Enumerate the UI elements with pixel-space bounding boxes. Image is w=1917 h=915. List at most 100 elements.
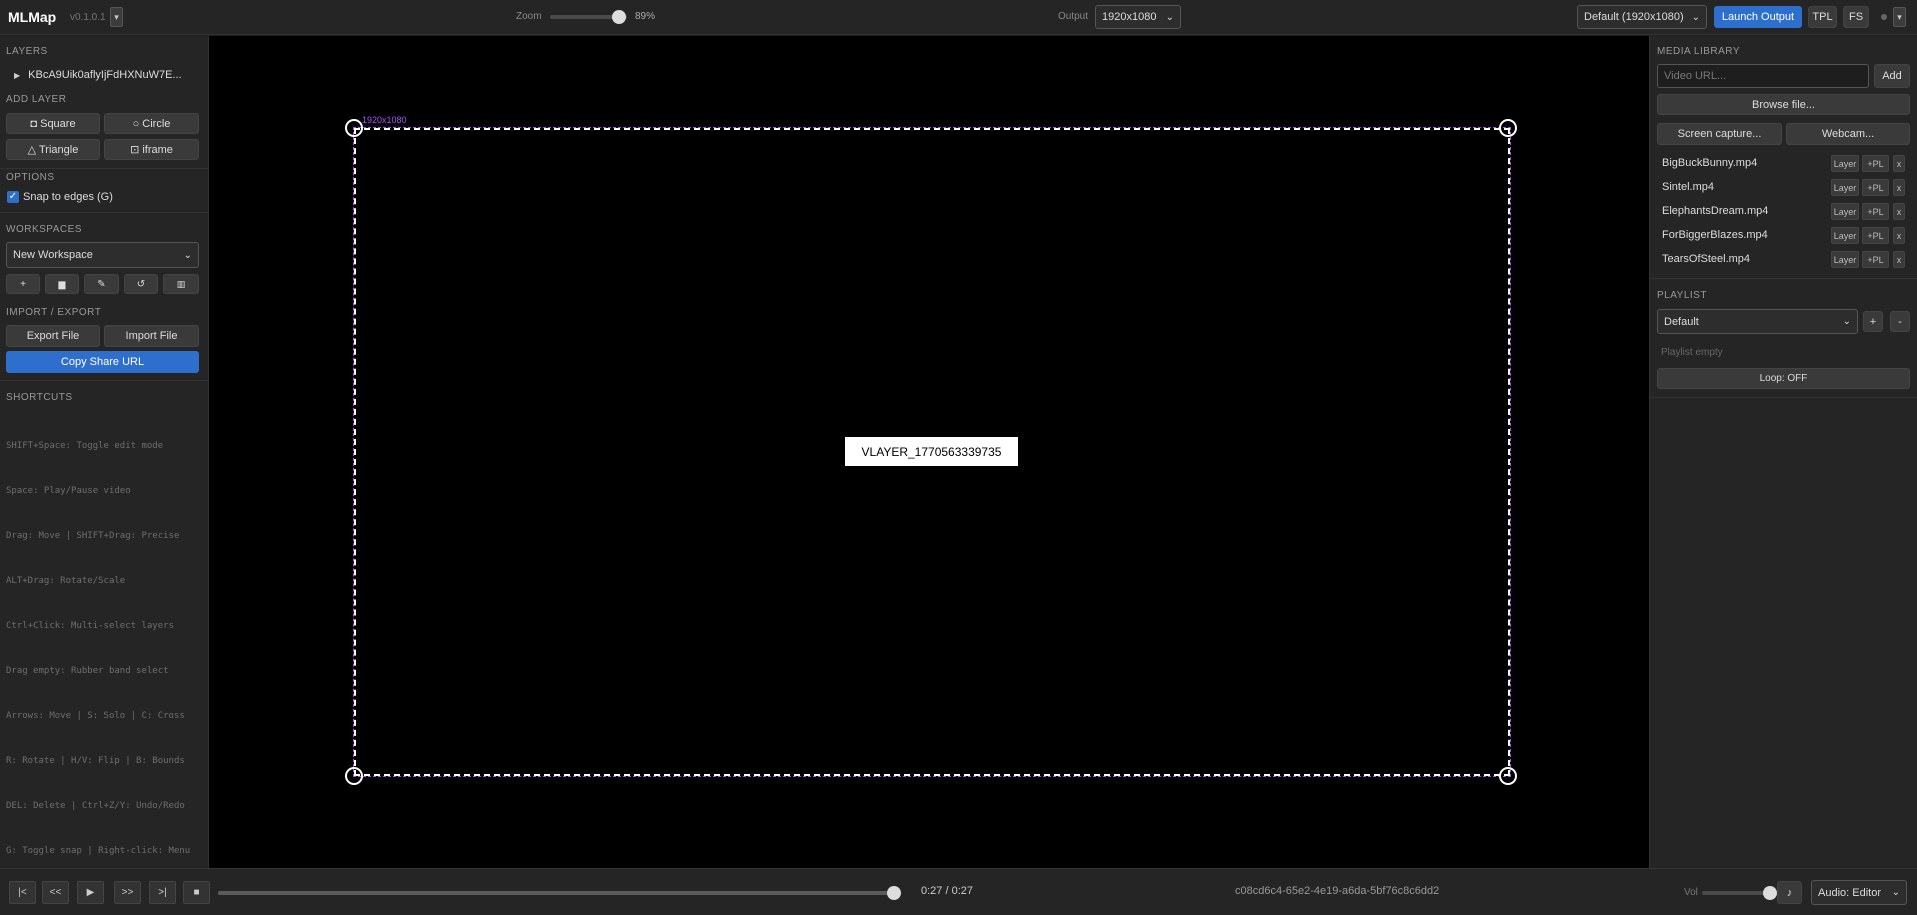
workspace-add-button[interactable]: + (6, 274, 40, 294)
loop-toggle-button[interactable]: Loop: OFF (1657, 368, 1910, 389)
chevron-down-icon: ⌄ (1165, 11, 1174, 23)
stop-button[interactable]: ■ (183, 881, 210, 904)
zoom-slider-handle[interactable] (611, 10, 626, 24)
skip-first-button[interactable]: |< (9, 881, 36, 904)
chevron-down-icon: ⌄ (1891, 887, 1900, 898)
media-list-item[interactable]: TearsOfSteel.mp4 Layer +PL x (1662, 250, 1909, 270)
import-file-button[interactable]: Import File (104, 325, 199, 347)
app-root: MLMap v0.1.0.1 ▾ Zoom 89% Output 1920x10… (0, 0, 1917, 915)
layer-name: KBcA9Uik0aflyIjFdHXNuW7E... (28, 69, 182, 81)
layer-list-item[interactable]: ▶ KBcA9Uik0aflyIjFdHXNuW7E... (14, 69, 182, 81)
volume-slider[interactable] (1702, 886, 1777, 900)
timeline-handle[interactable] (887, 886, 901, 900)
output-resolution-value: 1920x1080 (1102, 11, 1157, 23)
app-menu-button[interactable]: ▾ (110, 7, 123, 27)
shortcut-line: ALT+Drag: Rotate/Scale (6, 576, 126, 586)
corner-handle-bottom-right[interactable] (1499, 767, 1517, 785)
skip-last-button[interactable]: >| (149, 881, 176, 904)
add-layer-section-title: ADD LAYER (6, 94, 67, 105)
media-list-item[interactable]: BigBuckBunny.mp4 Layer +PL x (1662, 154, 1909, 174)
export-file-button[interactable]: Export File (6, 325, 100, 347)
volume-handle[interactable] (1763, 886, 1777, 900)
options-section-title: OPTIONS (6, 172, 55, 183)
zoom-value: 89% (635, 11, 656, 22)
media-file-name: ElephantsDream.mp4 (1662, 205, 1769, 217)
add-circle-button[interactable]: ○ Circle (104, 113, 199, 134)
playlist-remove-button[interactable]: - (1890, 311, 1910, 332)
playlist-empty-text: Playlist empty (1661, 347, 1723, 358)
media-remove-button[interactable]: x (1893, 203, 1905, 220)
chevron-down-icon: ⌄ (1842, 316, 1851, 327)
preset-value: Default (1920x1080) (1584, 11, 1684, 23)
media-layer-button[interactable]: Layer (1831, 203, 1859, 220)
play-button[interactable]: ▶ (77, 881, 104, 904)
workspace-rename-icon[interactable]: ✎ (84, 274, 119, 294)
launch-output-button[interactable]: Launch Output (1714, 6, 1802, 28)
rewind-button[interactable]: << (42, 881, 69, 904)
media-remove-button[interactable]: x (1893, 227, 1905, 244)
media-layer-button[interactable]: Layer (1831, 251, 1859, 268)
chevron-down-icon: ⌄ (183, 249, 192, 261)
screen-capture-button[interactable]: Screen capture... (1657, 123, 1782, 145)
workspace-delete-icon[interactable]: ▥ (163, 274, 199, 294)
timeline-slider[interactable] (218, 886, 901, 900)
import-export-section-title: IMPORT / EXPORT (6, 307, 102, 318)
video-layer[interactable]: VLAYER_1770563339735 (845, 437, 1018, 466)
add-triangle-button[interactable]: △ Triangle (6, 139, 100, 160)
media-remove-button[interactable]: x (1893, 155, 1905, 172)
add-square-button[interactable]: ◘ Square (6, 113, 100, 134)
preset-select[interactable]: Default (1920x1080) ⌄ (1577, 5, 1707, 29)
add-iframe-button[interactable]: ⊡ iframe (104, 139, 199, 160)
media-layer-button[interactable]: Layer (1831, 179, 1859, 196)
expand-triangle-icon[interactable]: ▶ (14, 71, 20, 80)
chevron-down-icon: ⌄ (1691, 11, 1700, 23)
layers-section-title: LAYERS (6, 46, 48, 57)
corner-handle-bottom-left[interactable] (345, 767, 363, 785)
browse-file-button[interactable]: Browse file... (1657, 94, 1910, 115)
corner-handle-top-right[interactable] (1499, 119, 1517, 137)
snap-checkbox[interactable]: ✓ (7, 191, 19, 203)
media-add-playlist-button[interactable]: +PL (1862, 227, 1889, 244)
media-list-item[interactable]: ForBiggerBlazes.mp4 Layer +PL x (1662, 226, 1909, 246)
playlist-value: Default (1664, 315, 1699, 328)
audio-mode-value: Audio: Editor (1818, 886, 1881, 899)
media-add-playlist-button[interactable]: +PL (1862, 155, 1889, 172)
audio-mode-select[interactable]: Audio: Editor ⌄ (1811, 880, 1907, 905)
webcam-button[interactable]: Webcam... (1786, 123, 1910, 145)
media-file-name: BigBuckBunny.mp4 (1662, 157, 1758, 169)
media-file-name: ForBiggerBlazes.mp4 (1662, 229, 1768, 241)
shortcut-line: R: Rotate | H/V: Flip | B: Bounds (6, 756, 185, 766)
output-resolution-select[interactable]: 1920x1080 ⌄ (1095, 5, 1181, 29)
video-url-input[interactable]: Video URL... (1657, 64, 1869, 88)
transport-bar: |< << ▶ >> >| ■ 0:27 / 0:27 c08cd6c4-65e… (0, 868, 1917, 915)
shortcuts-list: SHIFT+Space: Toggle edit mode Space: Pla… (6, 409, 190, 889)
more-menu-button[interactable]: ▾ (1893, 7, 1906, 27)
shortcut-line: Space: Play/Pause video (6, 486, 131, 496)
workspace-select[interactable]: New Workspace ⌄ (6, 242, 199, 268)
snap-label: Snap to edges (G) (23, 191, 113, 203)
media-remove-button[interactable]: x (1893, 179, 1905, 196)
audio-note-icon[interactable]: ♪ (1777, 881, 1802, 904)
playlist-add-button[interactable]: + (1863, 311, 1883, 332)
volume-label: Vol (1684, 887, 1698, 898)
media-list-item[interactable]: Sintel.mp4 Layer +PL x (1662, 178, 1909, 198)
media-add-playlist-button[interactable]: +PL (1862, 251, 1889, 268)
media-remove-button[interactable]: x (1893, 251, 1905, 268)
add-url-button[interactable]: Add (1874, 64, 1910, 88)
fullscreen-button[interactable]: FS (1843, 6, 1869, 28)
section-divider (0, 212, 209, 213)
media-layer-button[interactable]: Layer (1831, 155, 1859, 172)
copy-share-url-button[interactable]: Copy Share URL (6, 351, 199, 373)
fast-forward-button[interactable]: >> (114, 881, 141, 904)
playlist-select[interactable]: Default ⌄ (1657, 309, 1858, 334)
workspace-save-icon[interactable]: ▆ (45, 274, 79, 294)
workspace-reload-icon[interactable]: ↺ (124, 274, 158, 294)
zoom-slider[interactable] (550, 10, 627, 24)
status-dot-icon (1881, 14, 1887, 20)
media-add-playlist-button[interactable]: +PL (1862, 179, 1889, 196)
media-list-item[interactable]: ElephantsDream.mp4 Layer +PL x (1662, 202, 1909, 222)
tpl-button[interactable]: TPL (1808, 6, 1837, 28)
media-add-playlist-button[interactable]: +PL (1862, 203, 1889, 220)
media-layer-button[interactable]: Layer (1831, 227, 1859, 244)
corner-handle-top-left[interactable] (345, 119, 363, 137)
